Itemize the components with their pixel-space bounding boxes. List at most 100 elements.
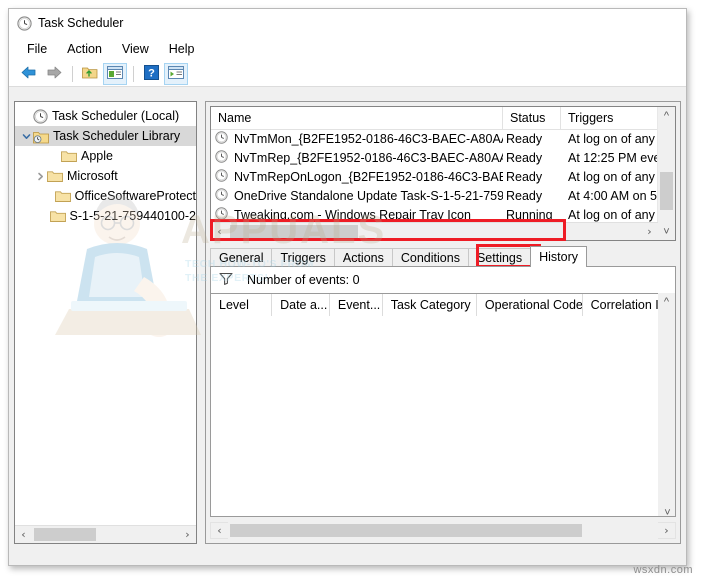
chevron-right-icon[interactable] xyxy=(33,172,47,181)
tab-conditions[interactable]: Conditions xyxy=(391,248,469,267)
task-list-hscroll-track[interactable] xyxy=(228,223,641,240)
column-header-name[interactable]: Name xyxy=(211,107,503,129)
title-bar: Task Scheduler xyxy=(9,9,686,37)
scroll-left-icon[interactable]: ‹ xyxy=(211,522,228,539)
tree-item-task-scheduler-library[interactable]: Task Scheduler Library xyxy=(15,126,196,146)
source-watermark: wsxdn.com xyxy=(633,564,693,576)
task-name-cell: NvTmRepOnLogon_{B2FE1952-0186-46C3-BAEC-… xyxy=(211,169,503,184)
table-row[interactable]: Tweaking.com - Windows Repair Tray Icon … xyxy=(211,205,658,223)
toolbar-separator-2 xyxy=(133,65,134,82)
menu-item-help[interactable]: Help xyxy=(159,40,205,58)
main-pane: Name Status Triggers NvTmMon_{B2FE1952-0… xyxy=(205,101,681,544)
column-header-task-category[interactable]: Task Category xyxy=(383,294,477,317)
table-row[interactable]: NvTmRep_{B2FE1952-0186-46C3-BAEC-A80AA35… xyxy=(211,148,658,167)
task-name-cell: Tweaking.com - Windows Repair Tray Icon xyxy=(211,207,503,222)
task-name: Tweaking.com - Windows Repair Tray Icon xyxy=(234,207,471,222)
main-pane-scroll-down-icon[interactable]: ˅ xyxy=(659,504,676,521)
clock-icon xyxy=(33,108,48,124)
console-tree: Task Scheduler (Local) Task Scheduler Li… xyxy=(15,102,196,226)
menu-item-file[interactable]: File xyxy=(17,40,57,58)
clock-icon xyxy=(215,188,230,203)
chevron-down-icon[interactable] xyxy=(19,132,33,141)
column-header-date-and-time[interactable]: Date a... xyxy=(272,294,330,317)
scroll-right-icon[interactable]: › xyxy=(641,223,658,240)
task-name: NvTmRep_{B2FE1952-0186-46C3-BAEC-A80AA35… xyxy=(234,150,503,165)
back-button[interactable] xyxy=(17,63,41,85)
tree-item-apple[interactable]: Apple xyxy=(15,146,196,166)
show-hide-console-tree-button[interactable] xyxy=(103,62,127,85)
task-name: NvTmMon_{B2FE1952-0186-46C3-BAEC-A80AA35… xyxy=(234,131,503,146)
folder-icon xyxy=(54,190,71,203)
window-title: Task Scheduler xyxy=(38,16,124,30)
tab-actions[interactable]: Actions xyxy=(333,248,393,267)
scroll-left-icon[interactable]: ‹ xyxy=(15,526,32,543)
task-trigger: At log on of any user xyxy=(568,131,658,146)
scroll-right-icon[interactable]: › xyxy=(658,522,675,539)
folder-clock-icon xyxy=(33,130,49,143)
tab-general[interactable]: General xyxy=(210,248,273,267)
column-header-event-id[interactable]: Event... xyxy=(330,294,383,317)
task-list-view: Name Status Triggers NvTmMon_{B2FE1952-0… xyxy=(210,106,676,241)
task-name: NvTmRepOnLogon_{B2FE1952-0186-46C3-BAEC-… xyxy=(234,169,503,184)
task-list-vscroll-thumb[interactable] xyxy=(660,172,673,210)
table-row[interactable]: OneDrive Standalone Update Task-S-1-5-21… xyxy=(211,186,658,205)
help-button[interactable]: ? xyxy=(139,63,163,85)
clock-icon xyxy=(215,207,230,222)
clock-icon xyxy=(215,150,230,165)
clock-icon xyxy=(215,169,230,184)
show-hide-action-pane-button[interactable] xyxy=(164,62,188,85)
task-status: Ready xyxy=(506,131,543,146)
table-row[interactable]: NvTmMon_{B2FE1952-0186-46C3-BAEC-A80AA35… xyxy=(211,129,658,148)
menu-item-action[interactable]: Action xyxy=(57,40,112,58)
pane-splitter[interactable] xyxy=(199,101,204,544)
history-vertical-scrollbar[interactable]: ^ xyxy=(658,293,675,516)
clock-icon xyxy=(17,15,32,31)
task-list-horizontal-scrollbar[interactable]: ‹ › xyxy=(211,222,658,240)
right-arrow-icon xyxy=(45,65,63,83)
tree-item-officesoftwareprotect[interactable]: OfficeSoftwareProtect xyxy=(15,186,196,206)
tree-item-task-scheduler-local[interactable]: Task Scheduler (Local) xyxy=(15,106,196,126)
menu-item-view[interactable]: View xyxy=(112,40,159,58)
table-row[interactable]: NvTmRepOnLogon_{B2FE1952-0186-46C3-BAEC-… xyxy=(211,167,658,186)
main-pane-horizontal-scrollbar[interactable]: ‹ › xyxy=(210,522,676,539)
column-header-status[interactable]: Status xyxy=(503,107,561,129)
scroll-left-icon[interactable]: ‹ xyxy=(211,223,228,240)
scroll-up-icon[interactable]: ^ xyxy=(658,107,675,124)
tab-settings[interactable]: Settings xyxy=(467,248,532,267)
folder-icon xyxy=(61,150,77,163)
question-mark-icon: ? xyxy=(143,64,159,83)
task-trigger: At 4:00 AM on 5/1/19 xyxy=(568,188,658,203)
toolbar-separator-1 xyxy=(72,65,73,82)
console-tree-icon xyxy=(107,65,123,82)
tree-item-label: Task Scheduler Library xyxy=(53,129,181,143)
forward-button[interactable] xyxy=(42,63,66,85)
scroll-down-icon[interactable]: ˅ xyxy=(658,223,675,240)
folder-icon xyxy=(47,170,63,183)
task-list-hscroll-thumb[interactable] xyxy=(230,225,358,238)
left-arrow-icon xyxy=(20,65,38,83)
scroll-right-icon[interactable]: › xyxy=(179,526,196,543)
tree-item-user-sid[interactable]: S-1-5-21-759440100-2 xyxy=(15,206,196,226)
event-count-label: Number of events: 0 xyxy=(247,273,360,287)
tab-triggers[interactable]: Triggers xyxy=(271,248,335,267)
tree-horizontal-scrollbar[interactable]: ‹ › xyxy=(15,525,196,543)
main-hscroll-track[interactable] xyxy=(228,522,658,539)
main-hscroll-thumb[interactable] xyxy=(230,524,582,537)
task-name-cell: NvTmMon_{B2FE1952-0186-46C3-BAEC-A80AA35… xyxy=(211,131,503,146)
task-list-vscroll-track[interactable] xyxy=(658,124,675,223)
up-one-level-button[interactable] xyxy=(78,63,102,85)
tree-item-label: OfficeSoftwareProtect xyxy=(74,189,196,203)
tree-item-microsoft[interactable]: Microsoft xyxy=(15,166,196,186)
filter-funnel-icon[interactable] xyxy=(219,272,233,288)
tab-history[interactable]: History xyxy=(530,246,588,267)
scroll-up-icon[interactable]: ^ xyxy=(658,293,675,310)
column-header-level[interactable]: Level xyxy=(211,294,273,317)
tree-hscroll-thumb[interactable] xyxy=(34,528,96,541)
svg-text:?: ? xyxy=(148,67,155,79)
history-vscroll-track[interactable] xyxy=(658,310,675,499)
tree-hscroll-track[interactable] xyxy=(32,526,179,543)
task-name-cell: NvTmRep_{B2FE1952-0186-46C3-BAEC-A80AA35… xyxy=(211,150,503,165)
task-list-vertical-scrollbar[interactable]: ^ ˅ xyxy=(657,107,675,240)
task-status: Running xyxy=(506,207,553,222)
column-header-operational-code[interactable]: Operational Code xyxy=(477,294,583,317)
